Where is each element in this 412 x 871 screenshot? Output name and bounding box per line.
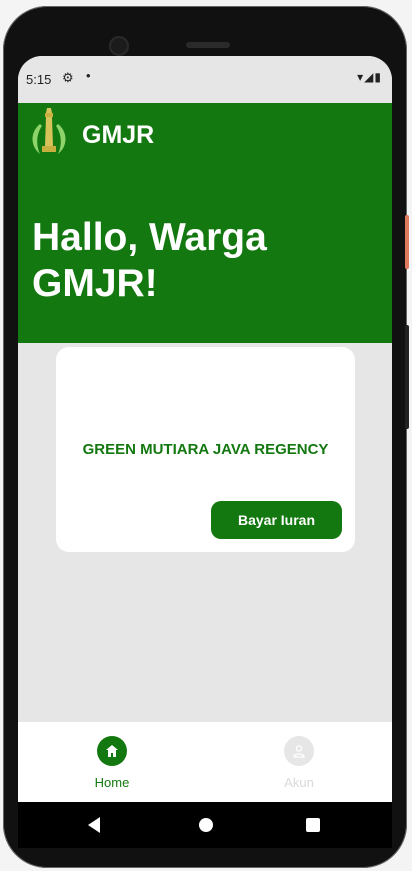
nav-item-home[interactable]: Home (67, 736, 157, 790)
info-card: GREEN MUTIARA JAVA REGENCY Bayar Iuran (56, 347, 355, 552)
home-circle-icon[interactable] (199, 818, 213, 832)
app-screen: 5:15 ⚙ • ▾◢▮ GMJR Hallo, Warga GMJR! GRE… (18, 56, 392, 802)
earpiece-speaker (186, 42, 230, 48)
gear-icon: ⚙ (62, 70, 74, 85)
greeting-title: Hallo, Warga GMJR! (32, 216, 267, 305)
side-button-accent (405, 215, 409, 269)
front-camera (111, 38, 127, 54)
side-button-volume (405, 325, 409, 429)
monument-icon (32, 108, 66, 154)
nav-item-akun[interactable]: Akun (254, 736, 344, 790)
nav-label-home: Home (94, 775, 130, 790)
bottom-navigation: Home Akun (18, 722, 392, 802)
status-icons: ▾◢▮ (357, 70, 382, 84)
status-bar: 5:15 ⚙ • ▾◢▮ (18, 56, 392, 102)
status-time: 5:15 (26, 72, 52, 87)
nav-label-akun: Akun (284, 775, 314, 790)
bayar-iuran-button[interactable]: Bayar Iuran (211, 501, 342, 539)
app-header: GMJR Hallo, Warga GMJR! (18, 103, 392, 343)
system-navigation-bar (18, 802, 392, 848)
card-title: GREEN MUTIARA JAVA REGENCY (82, 441, 329, 458)
home-icon (97, 736, 127, 766)
person-icon (284, 736, 314, 766)
recent-apps-icon[interactable] (306, 818, 320, 832)
back-icon[interactable] (88, 817, 100, 833)
app-brand-title: GMJR (82, 121, 155, 149)
notification-dot: • (86, 68, 91, 83)
